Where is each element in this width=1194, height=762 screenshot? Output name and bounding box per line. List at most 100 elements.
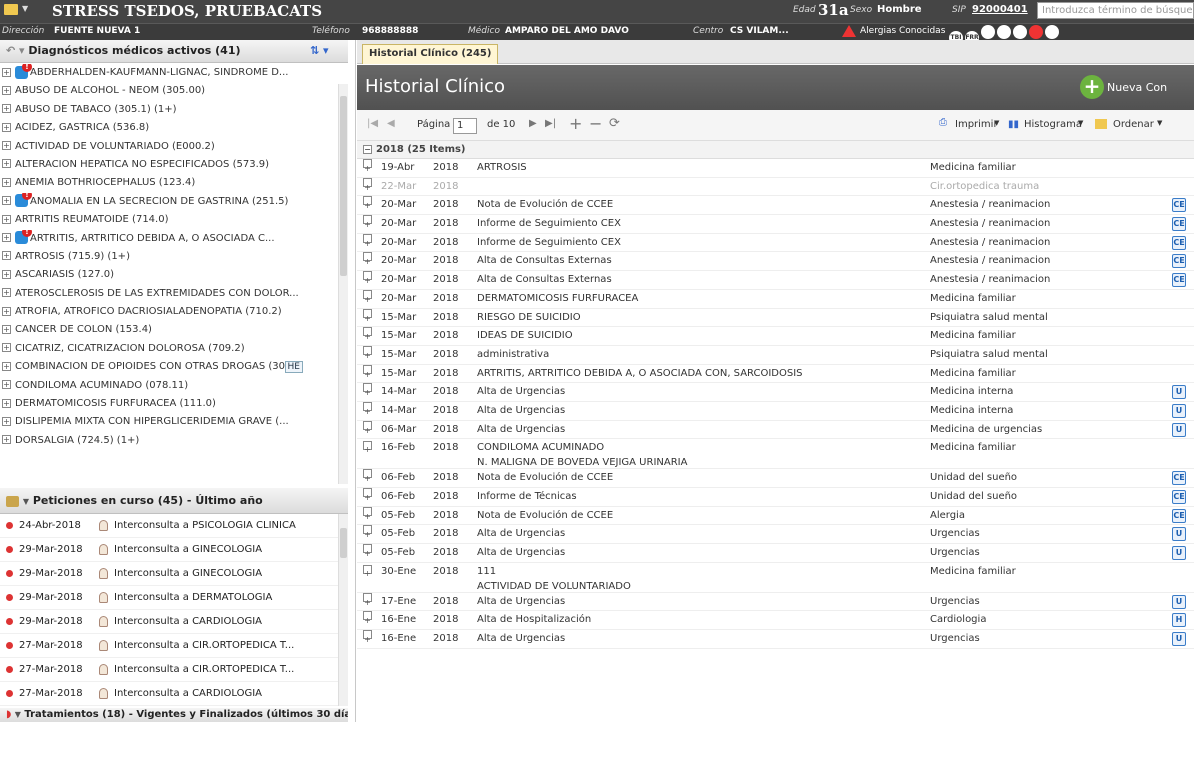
peticion-row[interactable]: 29-Mar-2018 Interconsulta a GINECOLOGIA: [0, 538, 348, 562]
historial-row[interactable]: +05-Feb 2018 Nota de Evolución de CCEE Aler…: [357, 506, 1194, 526]
next-page-icon[interactable]: ▶: [529, 118, 537, 129]
expand-icon[interactable]: +: [2, 196, 11, 206]
expand-icon[interactable]: +: [2, 251, 11, 261]
diagnosticos-scrollbar[interactable]: [338, 84, 348, 484]
tab-historial[interactable]: Historial Clínico (245): [362, 44, 499, 64]
diagnostico-row[interactable]: + ALTERACION HEPATICA NO ESPECIFICADOS (5…: [0, 156, 348, 174]
add-icon[interactable]: +: [1080, 75, 1104, 99]
expand-icon[interactable]: +: [2, 67, 11, 77]
urgencias-icon[interactable]: U: [1172, 594, 1186, 609]
peticion-row[interactable]: 24-Abr-2018 Interconsulta a PSICOLOGIA CL…: [0, 514, 348, 538]
edit-icon[interactable]: [1045, 25, 1059, 39]
urgencias-icon[interactable]: U: [1172, 403, 1186, 418]
expand-icon[interactable]: +: [2, 380, 11, 390]
histogram-icon[interactable]: ▮▮: [1008, 119, 1019, 130]
he-badge[interactable]: HE: [284, 361, 303, 374]
expand-icon[interactable]: +: [2, 324, 11, 334]
page-input[interactable]: 1: [453, 118, 477, 134]
historial-row[interactable]: +06-Feb 2018 Nota de Evolución de CCEE Unid…: [357, 469, 1194, 488]
hospital-icon[interactable]: H: [1172, 613, 1186, 628]
diagnostico-row[interactable]: + CICATRIZ, CICATRIZACION DOLOROSA (709.2…: [0, 340, 348, 358]
sip-value[interactable]: 92000401: [972, 4, 1028, 15]
ce-icon[interactable]: CE: [1172, 198, 1186, 213]
diagnostico-row[interactable]: + ABUSO DE TABACO (305.1) (1+): [0, 101, 348, 119]
peticion-row[interactable]: 27-Mar-2018 Interconsulta a CARDIOLOGIA: [0, 682, 348, 706]
ordenar-button[interactable]: Ordenar: [1113, 119, 1154, 130]
diagnostico-row[interactable]: + ATEROSCLEROSIS DE LAS EXTREMIDADES CON …: [0, 285, 348, 303]
chevron-down-icon[interactable]: ▼: [1078, 119, 1083, 127]
ce-icon[interactable]: CE: [1172, 508, 1186, 523]
diagnostico-row[interactable]: + ARTRITIS REUMATOIDE (714.0): [0, 211, 348, 229]
expand-icon[interactable]: +: [2, 141, 11, 151]
peticion-row[interactable]: 27-Mar-2018 Interconsulta a CIR.ORTOPEDIC…: [0, 634, 348, 658]
historial-row[interactable]: +20-Mar 2018 DERMATOMICOSIS FURFURACEA Medi…: [357, 289, 1194, 309]
diagnostico-row[interactable]: + DERMATOMICOSIS FURFURACEA (111.0): [0, 395, 348, 413]
diagnostico-row[interactable]: + DISLIPEMIA MIXTA CON HIPERGLICERIDEMIA …: [0, 413, 348, 431]
historial-row[interactable]: +14-Mar 2018 Alta de Urgencias Medicina int…: [357, 383, 1194, 402]
historial-row[interactable]: +15-Mar 2018 IDEAS DE SUICIDIO Medicina fam…: [357, 327, 1194, 346]
first-page-icon[interactable]: |◀: [367, 118, 378, 129]
folder-icon[interactable]: [4, 4, 18, 15]
diagnostico-row[interactable]: + ABUSO DE ALCOHOL - NEOM (305.00): [0, 82, 348, 100]
group-icon[interactable]: [997, 25, 1011, 39]
collapse-all-icon[interactable]: −: [589, 114, 602, 133]
historial-row[interactable]: +05-Feb 2018 Alta de Urgencias Urgencias U: [357, 544, 1194, 563]
historial-row[interactable]: +05-Feb 2018 Alta de Urgencias Urgencias U: [357, 525, 1194, 545]
historial-row[interactable]: +16-Feb 2018 CONDILOMA ACUMINADO N. MALIGNA…: [357, 439, 1194, 470]
diagnostico-row[interactable]: + ATROFIA, ATROFICO DACRIOSIALADENOPATIA …: [0, 303, 348, 321]
search-input[interactable]: Introduzca término de búsqueda: [1037, 2, 1194, 19]
new-consulta-button[interactable]: Nueva Con: [1107, 81, 1167, 94]
expand-icon[interactable]: +: [2, 159, 11, 169]
alergias-link[interactable]: Alergias Conocidas: [860, 26, 945, 36]
imprimir-button[interactable]: Imprimir: [955, 119, 998, 130]
histograma-button[interactable]: Histograma: [1024, 119, 1082, 130]
diagnostico-row[interactable]: + DORSALGIA (724.5) (1+): [0, 432, 348, 450]
historial-row[interactable]: +15-Mar 2018 RIESGO DE SUICIDIO Psiquiatra …: [357, 308, 1194, 328]
historial-row[interactable]: +20-Mar 2018 Informe de Seguimiento CEX Ane…: [357, 233, 1194, 253]
historial-row[interactable]: +16-Ene 2018 Alta de Urgencias Urgencias U: [357, 630, 1194, 649]
peticiones-scrollbar[interactable]: [338, 514, 348, 706]
prev-page-icon[interactable]: ◀: [387, 118, 395, 129]
expand-all-icon[interactable]: +: [569, 114, 582, 133]
chevron-down-icon[interactable]: ▼: [994, 119, 999, 127]
urgencias-icon[interactable]: U: [1172, 546, 1186, 561]
diagnostico-row[interactable]: + ACIDEZ, GASTRICA (536.8): [0, 119, 348, 137]
chevron-down-icon[interactable]: ▼: [22, 4, 28, 13]
historial-row[interactable]: +06-Feb 2018 Informe de Técnicas Unidad del…: [357, 488, 1194, 507]
historial-row[interactable]: +20-Mar 2018 Alta de Consultas Externas Ane…: [357, 271, 1194, 290]
historial-row[interactable]: +19-Abr 2018 ARTROSIS Medicina familiar: [357, 159, 1194, 178]
urgencias-icon[interactable]: U: [1172, 527, 1186, 542]
printer-icon[interactable]: ⎙: [939, 117, 947, 128]
historial-row[interactable]: +15-Mar 2018 administrativa Psiquiatra salu…: [357, 345, 1194, 365]
diagnostico-row[interactable]: + CANCER DE COLON (153.4): [0, 321, 348, 339]
expand-icon[interactable]: +: [2, 435, 11, 445]
expand-icon[interactable]: +: [2, 177, 11, 187]
historial-row[interactable]: +20-Mar 2018 Informe de Seguimiento CEX Ane…: [357, 215, 1194, 234]
diagnostico-row[interactable]: + ASCARIASIS (127.0): [0, 266, 348, 284]
collapse-icon[interactable]: −: [363, 144, 372, 154]
diagnostico-row[interactable]: + ANEMIA BOTHRIOCEPHALUS (123.4): [0, 174, 348, 192]
diagnostico-row[interactable]: + CONDILOMA ACUMINADO (078.11): [0, 377, 348, 395]
chevron-down-icon[interactable]: ▼: [15, 710, 21, 719]
last-page-icon[interactable]: ▶|: [545, 118, 556, 129]
expand-icon[interactable]: +: [2, 343, 11, 353]
diagnostico-row[interactable]: + ARTROSIS (715.9) (1+): [0, 248, 348, 266]
ce-icon[interactable]: CE: [1172, 490, 1186, 504]
expand-icon[interactable]: +: [2, 85, 11, 95]
historial-row[interactable]: +14-Mar 2018 Alta de Urgencias Medicina int…: [357, 401, 1194, 421]
undo-icon[interactable]: ↶ ▾: [6, 44, 25, 57]
historial-row[interactable]: +22-Mar 2018 Cir.ortopedica trauma: [357, 177, 1194, 197]
sort-icon[interactable]: ⇅ ▾: [310, 44, 329, 57]
peticion-row[interactable]: 27-Mar-2018 Interconsulta a CIR.ORTOPEDIC…: [0, 658, 348, 682]
tratamientos-header[interactable]: ◗ ▼ Tratamientos (18) - Vigentes y Final…: [0, 708, 348, 722]
diagnosticos-header[interactable]: ↶ ▾ Diagnósticos médicos activos (41) ⇅ …: [0, 40, 348, 63]
ce-icon[interactable]: CE: [1172, 235, 1186, 250]
expand-icon[interactable]: +: [2, 104, 11, 114]
diagnostico-row[interactable]: + ACTIVIDAD DE VOLUNTARIADO (E000.2): [0, 138, 348, 156]
urgencias-icon[interactable]: U: [1172, 422, 1186, 437]
diagnostico-row[interactable]: + COMBINACION DE OPIOIDES CON OTRAS DROGA…: [0, 358, 348, 376]
expand-icon[interactable]: +: [2, 398, 11, 408]
peticion-row[interactable]: 29-Mar-2018 Interconsulta a DERMATOLOGIA: [0, 586, 348, 610]
expand-icon[interactable]: +: [2, 214, 11, 224]
historial-row[interactable]: +16-Ene 2018 Alta de Hospitalización Cardio…: [357, 611, 1194, 631]
